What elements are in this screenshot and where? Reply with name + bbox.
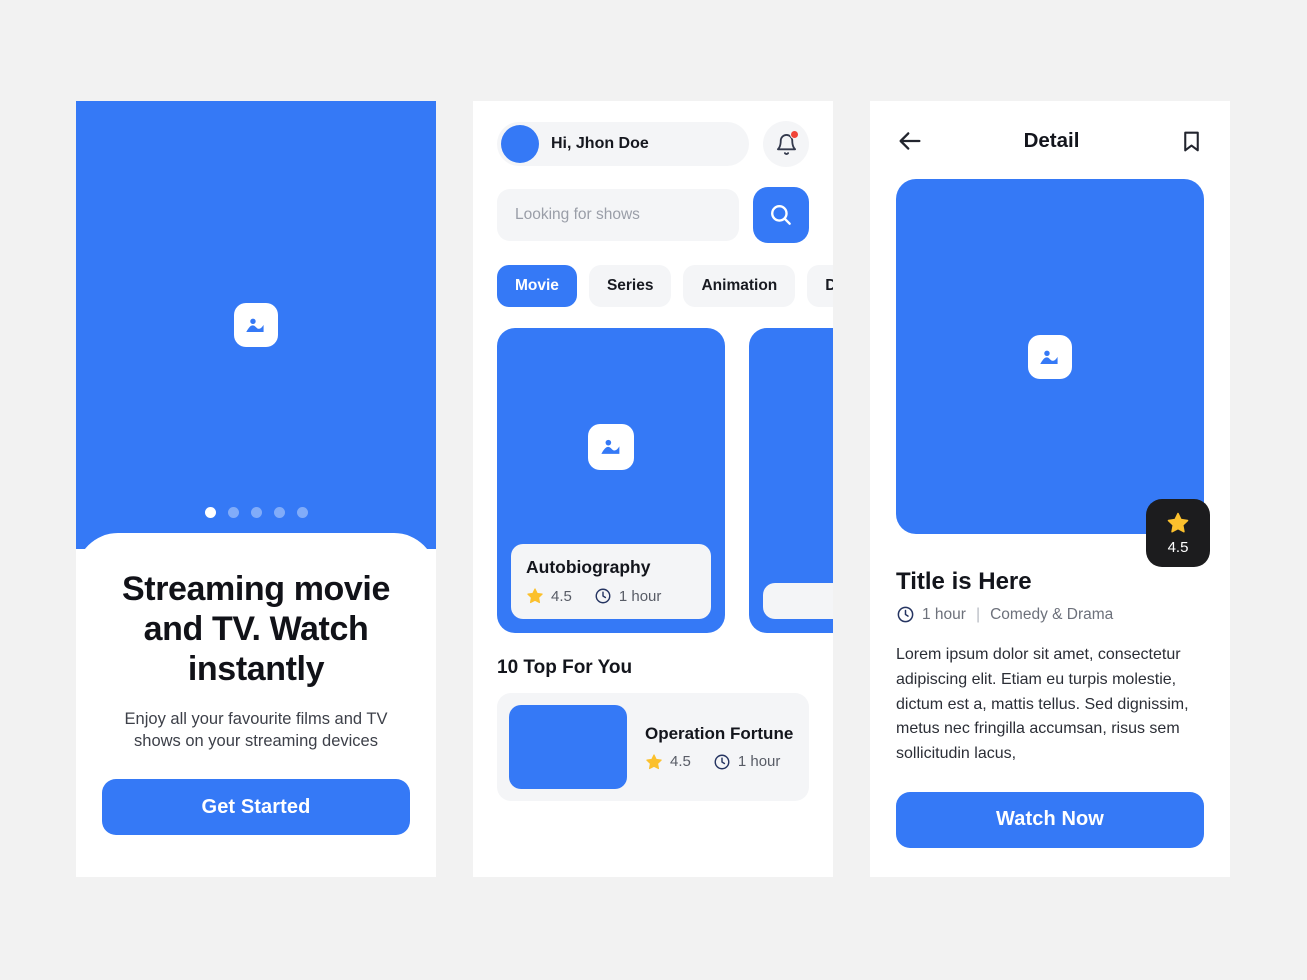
pagination-dot[interactable] — [250, 507, 262, 518]
page-title: Detail — [1023, 129, 1080, 152]
image-placeholder-icon — [1028, 334, 1072, 379]
pagination-dot[interactable] — [273, 507, 285, 518]
category-chip-animation[interactable]: Animation — [683, 265, 796, 307]
movie-card-duration: 1 hour — [618, 587, 662, 605]
home-screen: Hi, Jhon Doe Looking for shows Movie Ser… — [473, 101, 833, 877]
list-item-info: Operation Fortune 4.5 1 hour — [645, 724, 793, 771]
watch-now-button[interactable]: Watch Now — [896, 791, 1204, 848]
search-row — [497, 187, 809, 243]
pagination-dot[interactable] — [296, 507, 308, 518]
greeting-text: Hi, Jhon Doe — [551, 135, 649, 152]
list-item[interactable]: Operation Fortune 4.5 1 hour — [497, 693, 809, 801]
movie-card-meta — [763, 583, 833, 619]
clock-icon — [714, 754, 730, 769]
watch-now-wrap: Watch Now — [896, 791, 1204, 848]
list-item-duration: 1 hour — [737, 753, 781, 770]
onboarding-screen: Streaming movie and TV. Watch instantly … — [76, 101, 436, 877]
detail-appbar: Detail — [896, 123, 1204, 159]
bookmark-icon — [1184, 131, 1199, 151]
category-chip-movie[interactable]: Movie — [497, 265, 577, 307]
movie-card[interactable] — [749, 328, 833, 633]
onboarding-sheet: Streaming movie and TV. Watch instantly … — [76, 533, 436, 877]
detail-genre: Comedy & Drama — [990, 605, 1114, 623]
screens-canvas: Streaming movie and TV. Watch instantly … — [0, 0, 1307, 980]
notification-button[interactable] — [763, 121, 809, 167]
image-placeholder-icon — [234, 303, 278, 347]
onboarding-title: Streaming movie and TV. Watch instantly — [122, 570, 390, 689]
detail-screen: Detail 4.5 Title is Here 1 hour | Comedy… — [870, 101, 1230, 877]
movie-card-rating: 4.5 — [551, 587, 572, 605]
home-content: Hi, Jhon Doe Looking for shows Movie Ser… — [473, 101, 833, 801]
onboarding-hero — [76, 101, 436, 549]
top-section-title: 10 Top For You — [497, 657, 633, 678]
back-button[interactable] — [896, 127, 924, 155]
get-started-wrap: Get Started — [102, 779, 410, 835]
search-input[interactable] — [497, 189, 739, 241]
star-icon — [527, 588, 543, 604]
detail-meta-row: 1 hour | Comedy & Drama — [896, 605, 1204, 624]
user-greeting-pill[interactable]: Hi, Jhon Doe — [497, 122, 749, 166]
pagination-dot[interactable] — [204, 507, 216, 518]
pagination-dots[interactable] — [76, 507, 436, 518]
bookmark-button[interactable] — [1179, 129, 1204, 154]
star-icon — [646, 753, 662, 769]
arrow-left-icon — [899, 132, 921, 150]
movie-card-title: Autobiography — [526, 557, 651, 577]
category-chips: Movie Series Animation Docum — [497, 265, 833, 307]
rating-badge-value: 4.5 — [1167, 538, 1189, 556]
detail-content: Detail 4.5 Title is Here 1 hour | Comedy… — [870, 101, 1230, 848]
list-item-stats: 4.5 1 hour — [645, 753, 793, 771]
detail-meta-separator: | — [975, 605, 981, 623]
list-item-thumbnail — [509, 705, 627, 789]
movie-carousel[interactable]: Autobiography 4.5 1 hour — [497, 328, 833, 633]
list-item-title: Operation Fortune — [645, 723, 794, 743]
detail-duration: 1 hour — [922, 605, 966, 623]
movie-card[interactable]: Autobiography 4.5 1 hour — [497, 328, 725, 633]
search-button[interactable] — [753, 187, 809, 243]
clock-icon — [595, 588, 611, 604]
detail-description: Lorem ipsum dolor sit amet, consectetur … — [896, 646, 1189, 763]
star-icon — [1167, 512, 1189, 532]
pagination-dot[interactable] — [227, 507, 239, 518]
category-chip-documentary[interactable]: Docum — [807, 265, 833, 307]
clock-icon — [897, 606, 914, 623]
detail-movie-title: Title is Here — [896, 568, 1032, 595]
home-header: Hi, Jhon Doe — [497, 121, 809, 167]
notification-unread-dot — [790, 130, 799, 139]
get-started-button[interactable]: Get Started — [102, 779, 410, 835]
list-item-rating: 4.5 — [670, 753, 691, 770]
onboarding-subtitle: Enjoy all your favourite films and TV sh… — [124, 710, 388, 751]
rating-badge: 4.5 — [1146, 499, 1210, 567]
category-chip-series[interactable]: Series — [588, 265, 672, 307]
avatar — [501, 125, 539, 163]
image-placeholder-icon — [588, 423, 634, 470]
search-icon — [771, 205, 791, 225]
detail-poster: 4.5 — [896, 179, 1210, 567]
movie-card-meta: Autobiography 4.5 1 hour — [511, 544, 711, 619]
movie-card-stats: 4.5 1 hour — [526, 587, 696, 605]
